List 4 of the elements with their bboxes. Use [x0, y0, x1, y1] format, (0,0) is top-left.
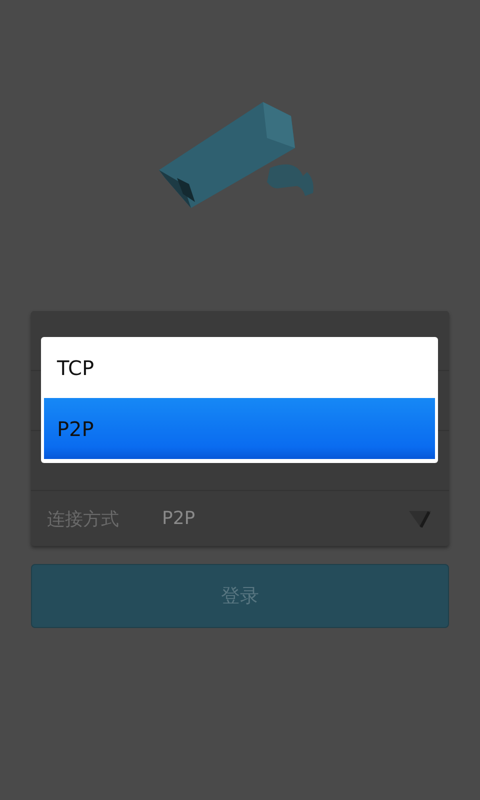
dropdown-triangle-icon[interactable] [407, 508, 433, 528]
dropdown-option[interactable]: TCP [44, 337, 435, 398]
connection-value: P2P [162, 508, 196, 529]
dropdown-option[interactable]: P2P [44, 398, 435, 459]
